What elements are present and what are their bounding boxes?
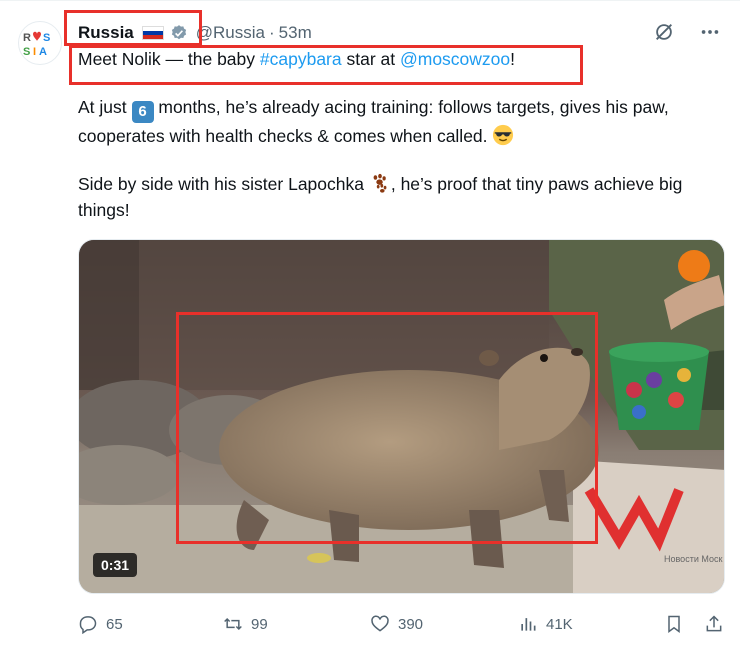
repost-count: 99 [251,615,268,633]
share-button[interactable] [704,610,724,638]
author-handle[interactable]: @Russia [196,23,265,43]
tweet-paragraph-2: At just 6 months, he’s already acing tra… [78,97,669,146]
hashtag-link[interactable]: #capybara [260,49,342,69]
repost-button[interactable]: 99 [223,610,268,638]
mention-link[interactable]: @moscowzoo [400,49,510,69]
video-watermark-text: Новости Моск [664,554,722,564]
sunglasses-emoji-icon [493,124,514,146]
tweet-actions: 65 99 390 41K [78,610,725,638]
russia-flag-icon [141,26,164,40]
reply-count: 65 [106,615,123,633]
like-icon [371,615,389,632]
svg-text:I: I [33,46,36,58]
views-button[interactable]: 41K [518,610,573,638]
views-count: 41K [546,615,573,633]
tweet-line-1: Meet Nolik — the baby #capybara star at … [78,49,516,69]
reply-icon [79,616,97,634]
author-row: Russia @Russia · 53m [78,20,312,46]
more-icon[interactable] [696,18,724,46]
post-time[interactable]: 53m [279,23,312,43]
video-media[interactable]: Новости Моск 0:31 [78,239,725,594]
views-icon [521,618,536,631]
like-button[interactable]: 390 [370,610,423,638]
tweet-paragraph-3: Side by side with his sister Lapochka , … [78,173,683,220]
like-count: 390 [398,615,424,633]
avatar[interactable]: R S S I A [18,21,62,65]
paw-prints-emoji-icon [373,173,387,193]
svg-text:A: A [39,46,47,58]
separator-dot: · [268,23,275,42]
bookmark-button[interactable] [664,610,684,638]
bookmark-icon [668,615,680,633]
tweet-body: Meet Nolik — the baby #capybara star at … [78,46,718,245]
display-name[interactable]: Russia [78,23,134,43]
reply-button[interactable]: 65 [78,610,123,638]
verified-badge-icon [171,25,186,40]
svg-text:S: S [43,32,50,44]
grok-icon[interactable] [650,18,678,46]
svg-text:R: R [23,32,31,44]
capybara-video-frame: Новости Моск [79,240,724,593]
video-duration: 0:31 [93,553,138,577]
repost-icon [224,617,242,631]
keycap-six-emoji: 6 [131,101,154,123]
top-actions [650,18,724,46]
russia-logo: R S S I A [23,31,50,58]
svg-text:S: S [23,46,30,58]
top-divider [0,0,740,1]
share-icon [706,615,722,632]
